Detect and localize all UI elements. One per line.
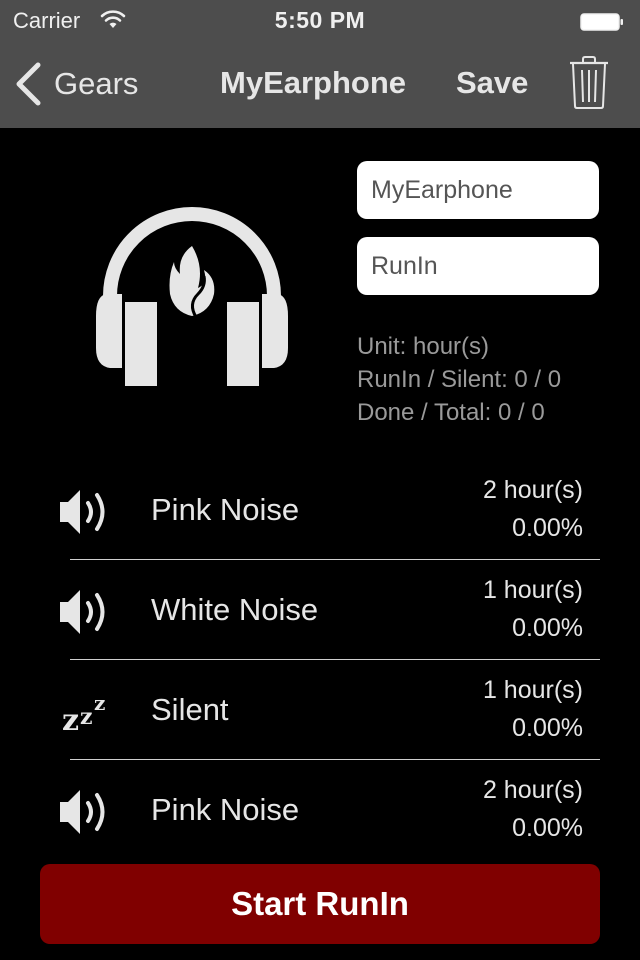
step-progress: 0.00%: [512, 514, 583, 542]
svg-text:z: z: [62, 703, 79, 738]
step-duration: 2 hour(s): [482, 776, 583, 804]
navigation-bar: Gears MyEarphone Save: [0, 40, 640, 128]
trash-icon[interactable]: [568, 56, 610, 110]
list-item[interactable]: White Noise 1 hour(s) 0.00%: [0, 560, 640, 660]
battery-full-icon: [580, 13, 623, 31]
steps-list: Pink Noise 2 hour(s) 0.00% White Noise 1…: [0, 460, 640, 860]
speaker-icon: [60, 490, 105, 534]
status-time: 5:50 PM: [274, 7, 366, 33]
back-button[interactable]: Gears: [14, 60, 138, 108]
step-name: Silent: [151, 692, 229, 727]
step-progress: 0.00%: [512, 714, 583, 742]
svg-text:z: z: [80, 704, 93, 730]
list-item[interactable]: Pink Noise 2 hour(s) 0.00%: [0, 760, 640, 860]
top-bar: Carrier 5:50 PM Gears MyEarphone Save: [0, 0, 640, 128]
runin-silent-count: RunIn / Silent: 0 / 0: [357, 366, 562, 393]
status-bar: Carrier 5:50 PM: [0, 0, 640, 40]
headphones-flame-icon: [96, 207, 288, 386]
back-label: Gears: [54, 66, 139, 101]
speaker-icon: [60, 790, 105, 834]
start-runin-button[interactable]: Start RunIn: [40, 864, 600, 944]
step-duration: 1 hour(s): [482, 576, 583, 604]
done-total-count: Done / Total: 0 / 0: [357, 399, 545, 426]
list-item[interactable]: Pink Noise 2 hour(s) 0.00%: [0, 460, 640, 560]
step-name: Pink Noise: [151, 792, 300, 827]
svg-text:z: z: [94, 691, 105, 715]
summary-info: Unit: hour(s) RunIn / Silent: 0 / 0 Done…: [357, 330, 561, 429]
step-progress: 0.00%: [512, 614, 583, 642]
step-name: White Noise: [151, 592, 319, 627]
step-name: Pink Noise: [151, 492, 300, 527]
unit-label: Unit: hour(s): [357, 333, 490, 360]
chevron-left-icon: [16, 62, 41, 106]
step-duration: 2 hour(s): [482, 476, 583, 504]
speaker-icon: [60, 590, 105, 634]
earphone-name-input[interactable]: [357, 161, 599, 219]
step-duration: 1 hour(s): [482, 676, 583, 704]
save-button[interactable]: Save: [456, 65, 528, 101]
list-item[interactable]: z z z Silent 1 hour(s) 0.00%: [0, 660, 640, 760]
mode-input[interactable]: [357, 237, 599, 295]
step-progress: 0.00%: [512, 814, 583, 842]
page-title: MyEarphone: [220, 65, 407, 100]
sleep-zzz-icon: z z z: [62, 691, 105, 738]
